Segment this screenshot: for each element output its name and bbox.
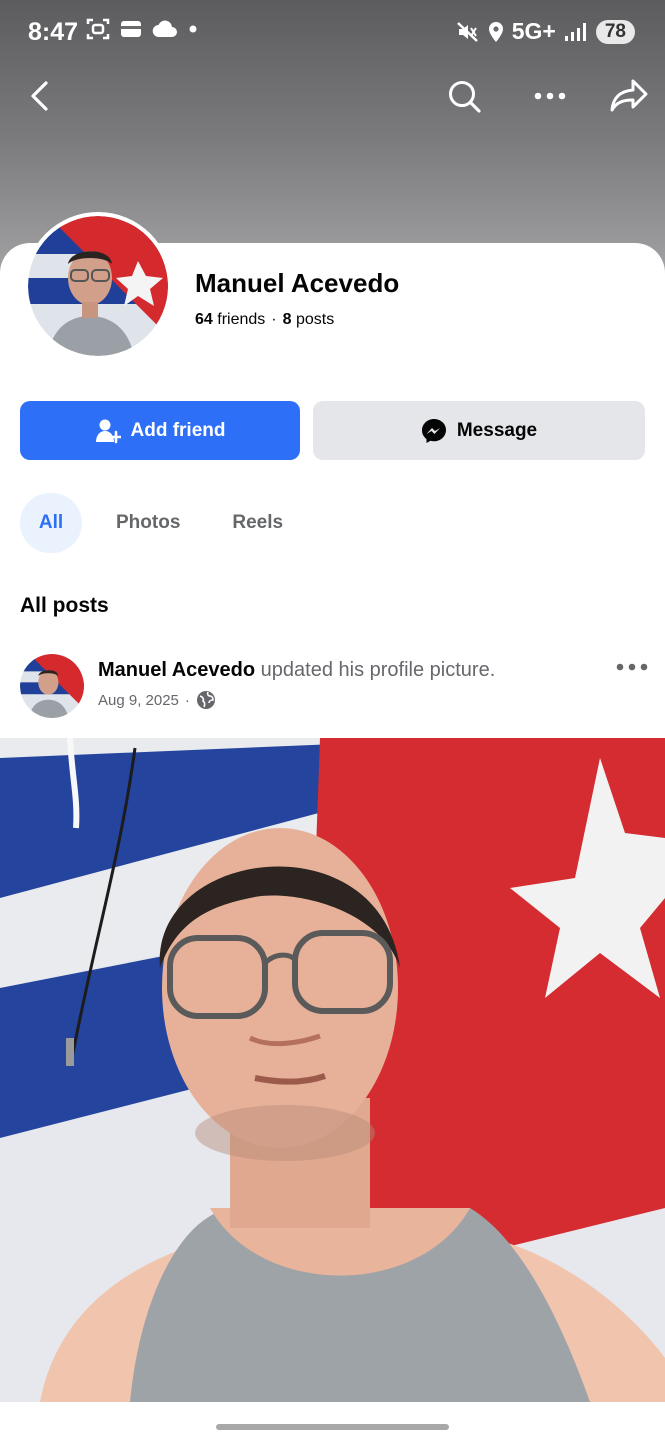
post-author-avatar[interactable] bbox=[20, 654, 84, 718]
messenger-icon bbox=[421, 418, 446, 443]
back-button[interactable] bbox=[14, 70, 66, 122]
network-label: 5G+ bbox=[511, 18, 556, 44]
post-header-text: Manuel Acevedo updated his profile pictu… bbox=[98, 659, 495, 682]
post-date[interactable]: Aug 9, 2025 bbox=[98, 692, 179, 709]
post-meta: Aug 9, 2025 · bbox=[98, 690, 216, 710]
stats-separator: · bbox=[271, 311, 277, 328]
message-button[interactable]: Message bbox=[313, 401, 645, 460]
cloud-icon bbox=[152, 20, 177, 38]
notification-dot-icon bbox=[189, 25, 197, 33]
status-bar: 8:47 5G+ 78 bbox=[0, 0, 665, 64]
location-icon bbox=[488, 21, 503, 42]
mute-icon bbox=[456, 21, 478, 42]
status-right: 5G+ 78 bbox=[456, 18, 635, 45]
profile-tabs: All Photos Reels bbox=[20, 493, 335, 553]
screenshot-icon bbox=[86, 18, 110, 40]
post-options-button[interactable] bbox=[614, 655, 650, 679]
wallet-icon bbox=[121, 21, 141, 37]
friends-link[interactable]: 64 friends bbox=[195, 311, 265, 329]
more-dots-icon bbox=[534, 92, 566, 100]
posts-label: posts bbox=[295, 311, 335, 328]
share-icon bbox=[610, 79, 648, 112]
tab-photos[interactable]: Photos bbox=[116, 512, 180, 534]
status-time: 8:47 bbox=[28, 18, 79, 46]
post-author-name[interactable]: Manuel Acevedo bbox=[98, 659, 255, 681]
add-friend-button[interactable]: Add friend bbox=[20, 401, 300, 460]
section-title: All posts bbox=[20, 594, 109, 617]
friends-label: friends bbox=[217, 311, 266, 328]
signal-icon bbox=[564, 22, 586, 41]
posts-link[interactable]: 8 posts bbox=[283, 311, 335, 329]
top-nav bbox=[0, 70, 665, 122]
search-button[interactable] bbox=[438, 70, 490, 122]
message-label: Message bbox=[456, 419, 538, 441]
more-options-button[interactable] bbox=[524, 70, 576, 122]
globe-icon bbox=[196, 691, 215, 709]
system-navigation-area bbox=[0, 1402, 665, 1440]
home-indicator[interactable] bbox=[216, 1424, 449, 1430]
search-icon bbox=[449, 81, 481, 113]
share-button[interactable] bbox=[603, 70, 655, 122]
status-left-icons bbox=[86, 18, 198, 40]
post-photo[interactable] bbox=[0, 738, 665, 1402]
profile-stats: 64 friends · 8 posts bbox=[195, 311, 334, 329]
meta-separator: · bbox=[184, 691, 190, 709]
tab-reels[interactable]: Reels bbox=[232, 512, 283, 534]
add-person-icon bbox=[95, 419, 121, 443]
profile-name: Manuel Acevedo bbox=[195, 268, 400, 298]
friends-count: 64 bbox=[195, 311, 213, 328]
more-dots-icon bbox=[616, 663, 648, 671]
profile-avatar[interactable] bbox=[24, 212, 172, 360]
posts-count: 8 bbox=[282, 311, 292, 328]
tab-all[interactable]: All bbox=[20, 493, 82, 553]
battery-indicator: 78 bbox=[595, 19, 635, 44]
profile-picture bbox=[28, 216, 168, 356]
chevron-left-icon bbox=[31, 81, 48, 111]
add-friend-label: Add friend bbox=[130, 419, 226, 441]
post-action-text: updated his profile picture. bbox=[260, 659, 496, 681]
